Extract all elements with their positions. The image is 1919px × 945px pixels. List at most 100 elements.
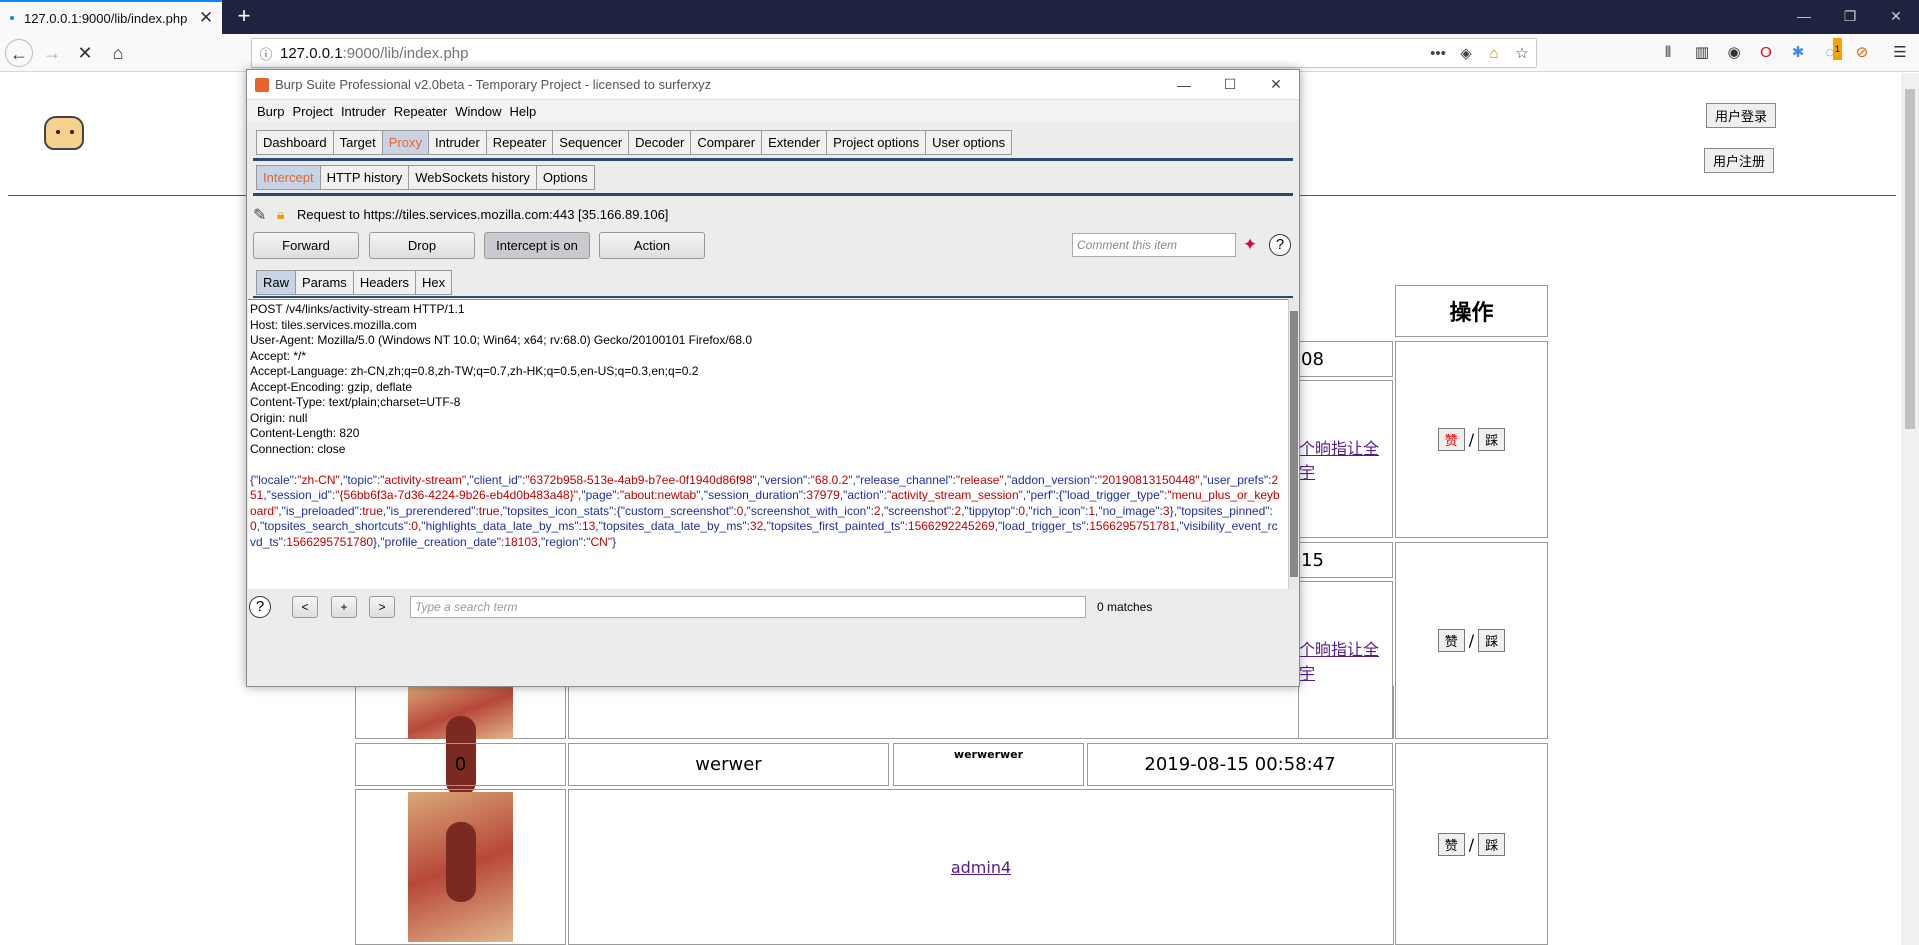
json-key: ,"topsites_data_late_by_ms": xyxy=(595,519,750,533)
vote-cell: 赞 / 踩 xyxy=(1395,743,1548,945)
tab-websockets-history[interactable]: WebSockets history xyxy=(408,165,537,190)
url-bar[interactable]: ⓘ 127.0.0.1:9000/lib/index.php ••• ◈ ⌂ ☆ xyxy=(251,38,1537,68)
tab-params[interactable]: Params xyxy=(295,270,354,295)
search-help-icon[interactable]: ? xyxy=(249,596,271,618)
block-extension-icon[interactable]: ⊘ xyxy=(1850,42,1874,64)
tab-hex[interactable]: Hex xyxy=(414,270,453,295)
site-info-icon[interactable]: ⓘ xyxy=(252,44,280,63)
tab-repeater[interactable]: Repeater xyxy=(485,130,554,155)
tab-headers[interactable]: Headers xyxy=(352,270,416,295)
post-link[interactable]: ​个晌指让全宇 xyxy=(1299,636,1392,684)
tab-http-history[interactable]: HTTP history xyxy=(319,165,410,190)
burp-maximize-icon[interactable]: ☐ xyxy=(1207,76,1253,93)
proxy-tab-bar: Intercept HTTP history WebSockets histor… xyxy=(256,165,595,190)
logo-eye xyxy=(70,130,74,134)
burp-logo-icon xyxy=(255,77,269,92)
tab-decoder[interactable]: Decoder xyxy=(628,130,692,155)
url-text[interactable]: 127.0.0.1:9000/lib/index.php xyxy=(280,45,1424,62)
stop-loading-icon[interactable]: ✕ xyxy=(71,39,99,67)
new-tab-button[interactable]: + xyxy=(228,0,260,34)
next-match-button[interactable]: > xyxy=(369,596,395,618)
tab-proxy-options[interactable]: Options xyxy=(535,165,595,190)
json-value: "{56bb6f3a-7d36-4224-9b26-eb4d0b483a48}" xyxy=(335,488,578,502)
home-icon[interactable]: ⌂ xyxy=(104,39,132,67)
tab-sequencer[interactable]: Sequencer xyxy=(552,130,630,155)
comment-input[interactable]: Comment this item xyxy=(1072,233,1236,257)
tab-proxy[interactable]: Proxy xyxy=(381,130,429,155)
tab-dashboard[interactable]: Dashboard xyxy=(256,130,334,155)
menu-project[interactable]: Project xyxy=(292,104,332,119)
bookmark-star-icon[interactable]: ☆ xyxy=(1508,44,1536,62)
menu-icon[interactable]: ☰ xyxy=(1888,42,1912,64)
tab-user-options[interactable]: User options xyxy=(925,130,1013,155)
dislike-button[interactable]: 踩 xyxy=(1478,629,1506,652)
intercept-toggle-button[interactable]: Intercept is on xyxy=(484,232,590,259)
forward-icon[interactable]: → xyxy=(38,39,66,67)
window-close-icon[interactable]: ✕ xyxy=(1873,0,1919,34)
scrollbar-thumb[interactable] xyxy=(1905,89,1915,429)
library-icon[interactable]: ⫴ xyxy=(1656,42,1680,64)
content-cell: ​个晌指让全宇 xyxy=(1298,380,1393,538)
menu-intruder[interactable]: Intruder xyxy=(341,104,386,119)
editor-scrollbar-thumb[interactable] xyxy=(1290,311,1298,577)
json-value: "zh-CN" xyxy=(297,472,340,487)
json-key: ,"page": xyxy=(578,488,620,502)
pencil-icon[interactable]: ✎ xyxy=(253,205,271,224)
help-icon[interactable]: ? xyxy=(1269,234,1291,256)
search-input[interactable]: Type a search term xyxy=(410,596,1086,618)
post-link[interactable]: admin4 xyxy=(951,858,1011,877)
editor-scrollbar[interactable] xyxy=(1288,299,1299,589)
login-button[interactable]: 用户登录 xyxy=(1706,103,1777,128)
json-key: {"locale": xyxy=(250,472,298,487)
add-match-button[interactable]: + xyxy=(331,596,357,618)
forward-button[interactable]: Forward xyxy=(253,232,359,259)
menu-help[interactable]: Help xyxy=(509,104,536,119)
burp-close-icon[interactable]: ✕ xyxy=(1253,76,1299,93)
tab-intruder[interactable]: Intruder xyxy=(427,130,487,155)
tab-raw[interactable]: Raw xyxy=(256,270,297,295)
menu-window[interactable]: Window xyxy=(455,104,501,119)
page-actions-icon[interactable]: ••• xyxy=(1424,45,1452,62)
like-button[interactable]: 赞 xyxy=(1437,832,1465,856)
page-scrollbar[interactable] xyxy=(1901,73,1919,945)
drop-button[interactable]: Drop xyxy=(369,232,475,259)
tab-comparer[interactable]: Comparer xyxy=(690,130,763,155)
json-key: ,"screenshot": xyxy=(880,503,955,518)
burp-minimize-icon[interactable]: — xyxy=(1161,77,1207,93)
tab-extender[interactable]: Extender xyxy=(761,130,828,155)
tab-target[interactable]: Target xyxy=(332,130,383,155)
json-key: ,"region": xyxy=(537,534,587,549)
minimize-icon[interactable]: — xyxy=(1781,0,1827,34)
highlight-color-icon[interactable]: ✦ xyxy=(1243,235,1257,255)
action-button[interactable]: Action xyxy=(599,232,705,259)
opera-extension-icon[interactable]: O xyxy=(1754,42,1778,64)
like-button[interactable]: 赞 xyxy=(1437,629,1465,652)
back-icon[interactable]: ← xyxy=(5,39,33,67)
menu-repeater[interactable]: Repeater xyxy=(394,104,447,119)
sidebar-icon[interactable]: ▥ xyxy=(1690,42,1714,64)
extension-icon[interactable]: ✱ xyxy=(1786,42,1810,64)
json-value: true xyxy=(478,503,500,518)
restore-icon[interactable]: ❐ xyxy=(1827,0,1873,34)
register-button[interactable]: 用户注册 xyxy=(1704,148,1775,173)
url-host: 127.0.0.1 xyxy=(280,44,343,62)
pocket-icon[interactable]: ◈ xyxy=(1452,44,1480,62)
dislike-button[interactable]: 踩 xyxy=(1478,832,1506,856)
dislike-button[interactable]: 踩 xyxy=(1478,428,1506,451)
prev-match-button[interactable]: < xyxy=(292,596,318,618)
browser-tab[interactable]: 127.0.0.1:9000/lib/index.php ✕ xyxy=(0,0,222,34)
date-cell: 15 xyxy=(1298,542,1393,578)
request-body: {"locale":"zh-CN","topic":"activity-stre… xyxy=(250,473,1280,551)
json-key: ,"session_id": xyxy=(263,488,336,502)
account-icon[interactable]: ◉ xyxy=(1722,42,1746,64)
post-link[interactable]: ​个晌指让全宇 xyxy=(1299,435,1392,483)
extension-badge-icon[interactable]: ◌ 1 xyxy=(1818,38,1842,64)
json-value: "CN" xyxy=(586,534,613,549)
tab-close-icon[interactable]: ✕ xyxy=(198,8,214,28)
request-editor[interactable]: POST /v4/links/activity-stream HTTP/1.1 … xyxy=(248,299,1288,589)
like-button[interactable]: 赞 xyxy=(1437,428,1465,451)
home-extension-icon[interactable]: ⌂ xyxy=(1480,45,1508,62)
tab-project-options[interactable]: Project options xyxy=(826,130,927,155)
menu-burp[interactable]: Burp xyxy=(257,104,284,119)
tab-intercept[interactable]: Intercept xyxy=(256,165,321,190)
